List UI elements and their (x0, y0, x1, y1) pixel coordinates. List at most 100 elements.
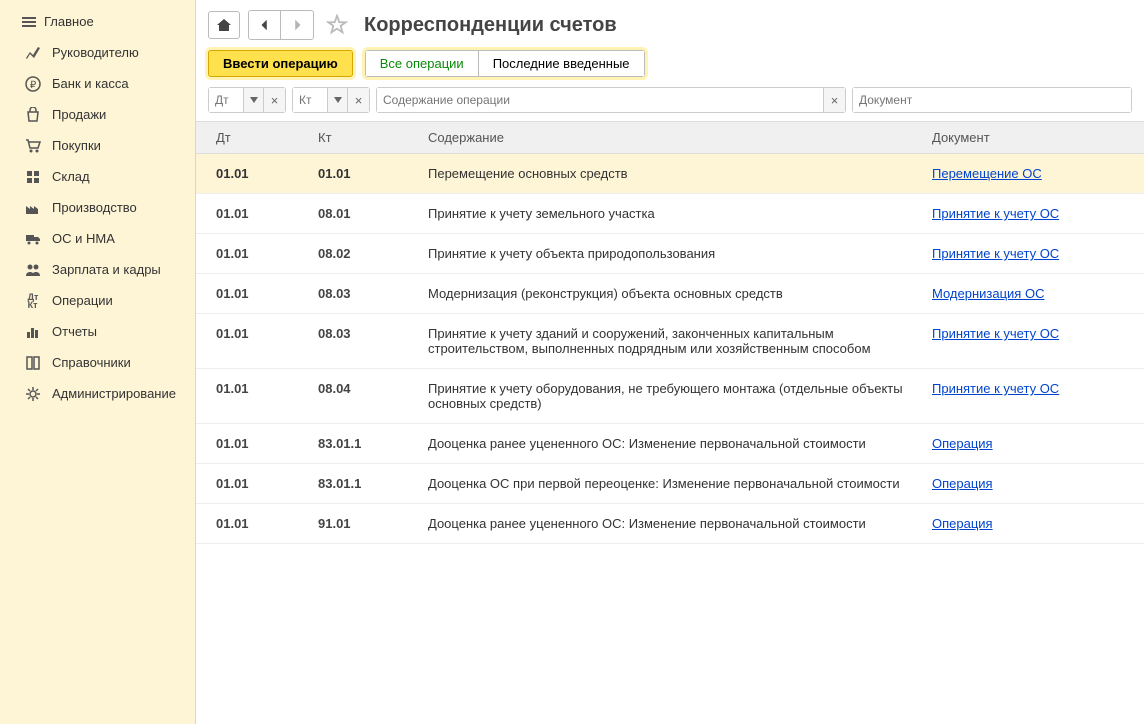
book-icon (24, 354, 42, 372)
cell-doc: Принятие к учету ОС (932, 381, 1132, 396)
cell-dt: 01.01 (208, 206, 318, 221)
doc-link[interactable]: Принятие к учету ОС (932, 326, 1059, 341)
table: Дт Кт Содержание Документ 01.0101.01Пере… (196, 121, 1144, 724)
sidebar-item-main[interactable]: Главное (0, 6, 195, 37)
sidebar-item-label: Отчеты (52, 324, 97, 339)
cell-kt: 83.01.1 (318, 476, 428, 491)
sidebar-item-bank[interactable]: ₽ Банк и касса (0, 68, 195, 99)
enter-operation-button[interactable]: Ввести операцию (208, 50, 353, 77)
filter-desc: × (376, 87, 846, 113)
seg-all-button[interactable]: Все операции (366, 51, 479, 76)
gear-icon (24, 385, 42, 403)
cell-dt: 01.01 (208, 436, 318, 451)
cell-dt: 01.01 (208, 476, 318, 491)
table-row[interactable]: 01.0191.01Дооценка ранее уцененного ОС: … (196, 504, 1144, 544)
dropdown-icon[interactable] (243, 88, 263, 112)
cell-kt: 08.04 (318, 381, 428, 396)
bar-chart-icon (24, 323, 42, 341)
th-desc[interactable]: Содержание (428, 130, 932, 145)
table-row[interactable]: 01.0183.01.1Дооценка ранее уцененного ОС… (196, 424, 1144, 464)
sidebar-item-admin[interactable]: Администрирование (0, 378, 195, 409)
truck-icon (24, 230, 42, 248)
doc-link[interactable]: Перемещение ОС (932, 166, 1042, 181)
factory-icon (24, 199, 42, 217)
cell-desc: Перемещение основных средств (428, 166, 932, 181)
nav-group (248, 10, 314, 40)
dtkt-icon: ДтКт (24, 292, 42, 310)
sidebar-item-refs[interactable]: Справочники (0, 347, 195, 378)
sidebar-item-label: Продажи (52, 107, 106, 122)
table-row[interactable]: 01.0108.03Модернизация (реконструкция) о… (196, 274, 1144, 314)
th-dt[interactable]: Дт (208, 130, 318, 145)
filter-kt-input[interactable] (293, 88, 327, 112)
doc-link[interactable]: Принятие к учету ОС (932, 206, 1059, 221)
sidebar-item-reports[interactable]: Отчеты (0, 316, 195, 347)
table-row[interactable]: 01.0108.03Принятие к учету зданий и соор… (196, 314, 1144, 369)
cell-dt: 01.01 (208, 326, 318, 341)
sidebar-item-label: Администрирование (52, 386, 176, 401)
sidebar-item-assets[interactable]: ОС и НМА (0, 223, 195, 254)
cell-desc: Дооценка ОС при первой переоценке: Измен… (428, 476, 932, 491)
filter-segment: Все операции Последние введенные (365, 50, 645, 77)
clear-icon[interactable]: × (823, 88, 845, 112)
table-row[interactable]: 01.0108.02Принятие к учету объекта приро… (196, 234, 1144, 274)
cell-kt: 08.03 (318, 286, 428, 301)
filter-dt-input[interactable] (209, 88, 243, 112)
doc-link[interactable]: Принятие к учету ОС (932, 246, 1059, 261)
filter-kt: × (292, 87, 370, 113)
sidebar-item-sales[interactable]: Продажи (0, 99, 195, 130)
cell-desc: Модернизация (реконструкция) объекта осн… (428, 286, 932, 301)
main-area: Корреспонденции счетов Ввести операцию В… (196, 0, 1144, 724)
people-icon (24, 261, 42, 279)
cell-kt: 91.01 (318, 516, 428, 531)
clear-icon[interactable]: × (347, 88, 369, 112)
table-row[interactable]: 01.0101.01Перемещение основных средствПе… (196, 154, 1144, 194)
seg-recent-button[interactable]: Последние введенные (479, 51, 644, 76)
sidebar-item-production[interactable]: Производство (0, 192, 195, 223)
topbar: Корреспонденции счетов (196, 0, 1144, 50)
menu-icon (20, 13, 38, 31)
cell-kt: 01.01 (318, 166, 428, 181)
table-row[interactable]: 01.0183.01.1Дооценка ОС при первой перео… (196, 464, 1144, 504)
filter-desc-input[interactable] (377, 88, 823, 112)
sidebar: Главное Руководителю ₽ Банк и касса Прод… (0, 0, 196, 724)
sidebar-item-label: Зарплата и кадры (52, 262, 161, 277)
home-button[interactable] (208, 11, 240, 39)
sidebar-item-label: Банк и касса (52, 76, 129, 91)
filter-dt: × (208, 87, 286, 113)
doc-link[interactable]: Модернизация ОС (932, 286, 1044, 301)
clear-icon[interactable]: × (263, 88, 285, 112)
sidebar-item-label: Главное (44, 14, 94, 29)
favorite-button[interactable] (322, 14, 352, 36)
ruble-icon: ₽ (24, 75, 42, 93)
cell-doc: Принятие к учету ОС (932, 206, 1132, 221)
sidebar-item-label: Покупки (52, 138, 101, 153)
forward-button[interactable] (281, 11, 313, 39)
table-row[interactable]: 01.0108.04Принятие к учету оборудования,… (196, 369, 1144, 424)
sidebar-item-purchases[interactable]: Покупки (0, 130, 195, 161)
doc-link[interactable]: Операция (932, 476, 993, 491)
dropdown-icon[interactable] (327, 88, 347, 112)
cell-kt: 08.01 (318, 206, 428, 221)
cell-dt: 01.01 (208, 166, 318, 181)
cell-doc: Перемещение ОС (932, 166, 1132, 181)
sidebar-item-label: Руководителю (52, 45, 139, 60)
cell-desc: Принятие к учету оборудования, не требую… (428, 381, 932, 411)
table-header: Дт Кт Содержание Документ (196, 121, 1144, 154)
th-kt[interactable]: Кт (318, 130, 428, 145)
cell-kt: 08.03 (318, 326, 428, 341)
back-button[interactable] (249, 11, 281, 39)
doc-link[interactable]: Операция (932, 436, 993, 451)
doc-link[interactable]: Операция (932, 516, 993, 531)
sidebar-item-manager[interactable]: Руководителю (0, 37, 195, 68)
filter-doc-input[interactable] (853, 88, 1131, 112)
table-body: 01.0101.01Перемещение основных средствПе… (196, 154, 1144, 544)
sidebar-item-operations[interactable]: ДтКт Операции (0, 285, 195, 316)
th-doc[interactable]: Документ (932, 130, 1132, 145)
doc-link[interactable]: Принятие к учету ОС (932, 381, 1059, 396)
table-row[interactable]: 01.0108.01Принятие к учету земельного уч… (196, 194, 1144, 234)
sidebar-item-salary[interactable]: Зарплата и кадры (0, 254, 195, 285)
toolbar: Ввести операцию Все операции Последние в… (196, 50, 1144, 87)
sidebar-item-warehouse[interactable]: Склад (0, 161, 195, 192)
cell-dt: 01.01 (208, 286, 318, 301)
